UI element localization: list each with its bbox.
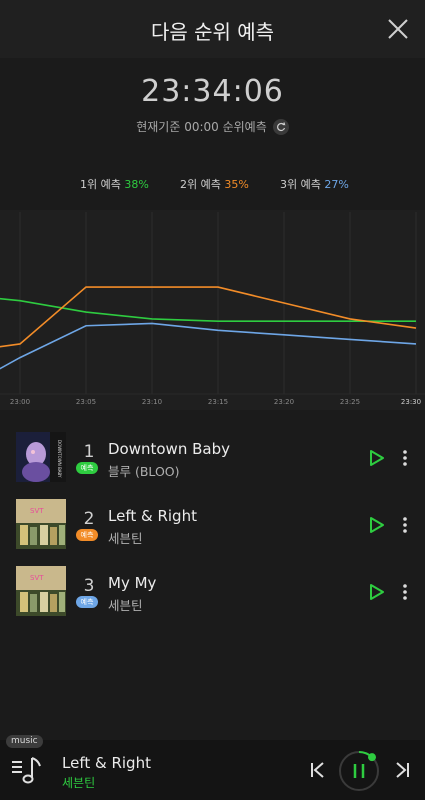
legend-first-label: 1위 예측 xyxy=(80,178,121,191)
more-options-icon[interactable] xyxy=(398,582,412,602)
svg-text:SVT: SVT xyxy=(30,574,44,582)
album-art-my-my: SVT xyxy=(16,566,66,616)
next-icon[interactable] xyxy=(392,760,412,780)
prediction-badge: 예측 xyxy=(76,596,98,608)
legend-first: 1위 예측 38% xyxy=(80,176,149,192)
playlist-music-icon[interactable] xyxy=(10,752,44,788)
legend-second-label: 2위 예측 xyxy=(180,178,221,191)
legend-first-pct: 38% xyxy=(124,178,149,191)
more-options-icon[interactable] xyxy=(398,448,412,468)
legend-third: 3위 예측 27% xyxy=(280,176,349,192)
play-icon[interactable] xyxy=(368,516,386,534)
artist-name: 세븐틴 xyxy=(108,598,143,613)
mini-player[interactable]: Left & Right 세븐틴 xyxy=(0,740,425,800)
now-playing-title: Left & Right xyxy=(62,754,151,772)
basis-text: 현재기준 00:00 순위예측 xyxy=(136,120,267,134)
close-icon[interactable] xyxy=(385,16,411,42)
song-row-1[interactable]: DOWNTOWN BABY 1 Downtown Baby 예측 블루 (BLO… xyxy=(0,432,425,500)
x-tick-label: 23:25 xyxy=(340,398,360,406)
artist-name: 세븐틴 xyxy=(108,531,143,546)
play-icon[interactable] xyxy=(368,583,386,601)
svg-text:SVT: SVT xyxy=(30,507,44,515)
x-tick-label: 23:15 xyxy=(208,398,228,406)
chart-background xyxy=(0,210,425,410)
rank-number: 1 xyxy=(83,442,95,462)
header-bar: 다음 순위 예측 xyxy=(0,0,425,58)
x-tick-label: 23:10 xyxy=(142,398,162,406)
svg-text:DOWNTOWN BABY: DOWNTOWN BABY xyxy=(57,440,62,478)
legend-third-label: 3위 예측 xyxy=(280,178,321,191)
album-art-left-right: SVT xyxy=(16,499,66,549)
album-art-downtown-baby: DOWNTOWN BABY xyxy=(16,432,66,482)
artist-name: 블루 (BLOO) xyxy=(108,464,180,479)
previous-icon[interactable] xyxy=(308,760,328,780)
legend-second-pct: 35% xyxy=(224,178,249,191)
now-playing-artist: 세븐틴 xyxy=(62,776,96,790)
song-row-3[interactable]: SVT 3 My My 예측 세븐틴 xyxy=(0,566,425,634)
basis-line: 현재기준 00:00 순위예측 xyxy=(0,118,425,136)
rank-number: 2 xyxy=(83,509,95,529)
prediction-badge: 예측 xyxy=(76,462,98,474)
song-row-2[interactable]: SVT 2 Left & Right 예측 세븐틴 xyxy=(0,499,425,567)
refresh-icon[interactable] xyxy=(272,118,289,135)
song-title: Downtown Baby xyxy=(108,440,230,458)
x-tick-label: 23:30 xyxy=(401,398,421,406)
x-tick-label: 23:20 xyxy=(274,398,294,406)
rank-number: 3 xyxy=(83,576,95,596)
pause-button[interactable] xyxy=(336,748,382,794)
song-title: My My xyxy=(108,574,157,592)
x-tick-label: 23:05 xyxy=(76,398,96,406)
music-tag: music xyxy=(6,735,43,748)
x-tick-label: 23:00 xyxy=(10,398,30,406)
prediction-chart: 23:00 23:05 23:10 23:15 23:20 23:25 23:30 xyxy=(0,210,425,410)
more-options-icon[interactable] xyxy=(398,515,412,535)
prediction-badge: 예측 xyxy=(76,529,98,541)
song-title: Left & Right xyxy=(108,507,197,525)
legend-third-pct: 27% xyxy=(324,178,349,191)
play-icon[interactable] xyxy=(368,449,386,467)
legend-second: 2위 예측 35% xyxy=(180,176,249,192)
countdown-clock: 23:34:06 xyxy=(141,74,284,109)
page-title: 다음 순위 예측 xyxy=(150,20,275,44)
